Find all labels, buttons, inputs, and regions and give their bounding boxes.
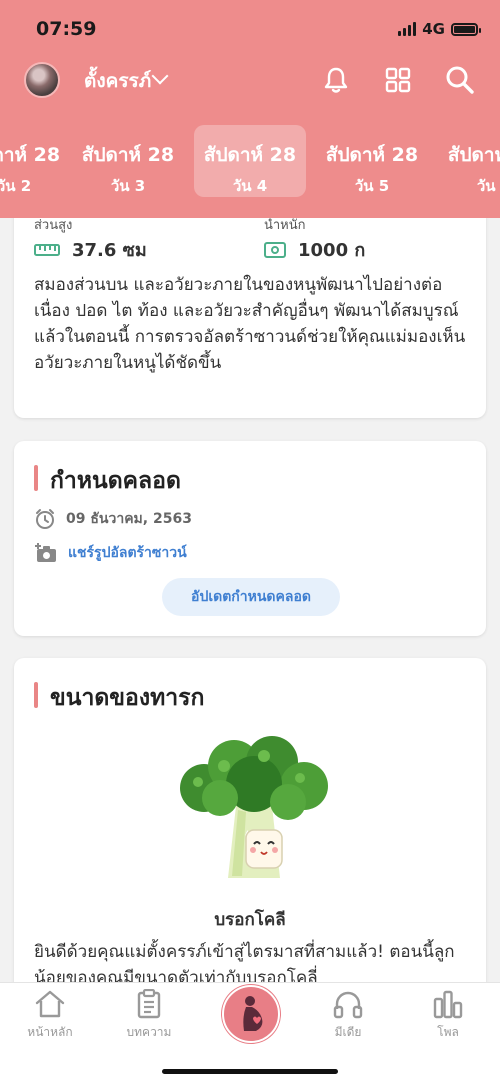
day-label: วัน 6 — [476, 177, 500, 195]
nav-articles[interactable]: บทความ — [109, 989, 189, 1042]
day-label: วัน 4 — [232, 177, 268, 195]
nav-home[interactable]: หน้าหลัก — [10, 989, 90, 1042]
update-due-date-button[interactable]: อัปเดตกำหนดคลอด — [162, 578, 340, 616]
day-label: วัน 2 — [0, 177, 32, 195]
add-photo-icon — [35, 543, 56, 562]
baby-size-card: ขนาดของทารก บรอกโคลี ยินดีด้วยคุณแม่ตั้ง… — [14, 658, 486, 1018]
top-bar: ตั้งครรภ์ — [0, 60, 500, 110]
day-label: วัน 5 — [354, 177, 390, 195]
week-label: สัปดาห์ 28 — [0, 144, 61, 166]
week-tab-day-6[interactable]: สัปดาห์ 28 วัน 6 — [438, 125, 500, 197]
nav-polls-label: โพล — [437, 1025, 459, 1039]
week-tab-day-5[interactable]: สัปดาห์ 28 วัน 5 — [316, 125, 428, 197]
bottom-nav: หน้าหลัก บทความ มีเดีย โพล — [0, 982, 500, 1083]
broccoli-illustration — [180, 736, 328, 878]
headphones-icon — [333, 991, 363, 1019]
clipboard-icon — [137, 989, 161, 1019]
week-label: สัปดาห์ 28 — [81, 144, 175, 166]
week-day-selector: สัปดาห์ 28 วัน 2 สัปดาห์ 28 วัน 3 สัปดาห… — [0, 125, 500, 197]
signal-icon — [398, 22, 417, 36]
status-bar: 07:59 4G — [0, 0, 500, 60]
due-date-card: กำหนดคลอด 09 ธันวาคม, 2563 แชร์รูปอัลตร้… — [14, 441, 486, 636]
network-type: 4G — [422, 20, 445, 38]
day-label: วัน 3 — [110, 177, 146, 195]
scale-icon — [264, 241, 286, 258]
nav-media[interactable]: มีเดีย — [308, 989, 388, 1042]
fruit-name: บรอกโคลี — [214, 910, 286, 930]
weight-value: 1000 ก — [298, 240, 366, 261]
nav-polls[interactable]: โพล — [408, 989, 488, 1042]
development-description: สมองส่วนบน และอวัยวะภายในของหนูพัฒนาไปอย… — [34, 275, 466, 373]
due-date-row: 09 ธันวาคม, 2563 — [34, 508, 192, 530]
week-tab-day-2[interactable]: สัปดาห์ 28 วัน 2 — [0, 125, 70, 197]
week-tab-day-4[interactable]: สัปดาห์ 28 วัน 4 — [194, 125, 306, 197]
status-indicators: 4G — [398, 20, 481, 38]
ruler-icon — [34, 243, 60, 256]
weight-row: 1000 ก — [264, 235, 365, 264]
week-label: สัปดาห์ 28 — [325, 144, 419, 166]
grid-icon[interactable] — [382, 64, 414, 96]
pregnancy-center-button[interactable] — [222, 985, 280, 1043]
week-tab-day-3[interactable]: สัปดาห์ 28 วัน 3 — [72, 125, 184, 197]
week-label: สัปดาห์ 28 — [203, 144, 297, 166]
search-icon[interactable] — [444, 64, 476, 96]
baby-size-title: ขนาดของทารก — [34, 680, 204, 716]
due-date-value: 09 ธันวาคม, 2563 — [66, 511, 192, 527]
share-ultrasound-label[interactable]: แชร์รูปอัลตร้าซาวน์ — [68, 542, 187, 564]
nav-home-label: หน้าหลัก — [27, 1025, 73, 1039]
share-ultrasound-link[interactable]: แชร์รูปอัลตร้าซาวน์ — [34, 542, 187, 564]
app-header: 07:59 4G ตั้งครรภ์ สัปดาห์ 2 — [0, 0, 500, 218]
nav-articles-label: บทความ — [126, 1025, 172, 1039]
profile-name[interactable]: ตั้งครรภ์ — [84, 66, 151, 96]
week-label: สัปดาห์ 28 — [447, 144, 500, 166]
battery-icon — [451, 22, 481, 36]
height-value: 37.6 ซม — [72, 240, 147, 261]
height-row: 37.6 ซม — [34, 235, 147, 264]
home-icon — [35, 990, 65, 1018]
pregnancy-icon — [243, 996, 263, 1031]
status-time: 07:59 — [36, 18, 97, 40]
alarm-clock-icon — [36, 509, 54, 529]
avatar[interactable] — [24, 62, 60, 98]
chevron-down-icon[interactable] — [151, 67, 169, 85]
bell-icon[interactable] — [320, 64, 352, 96]
bar-chart-icon — [433, 990, 463, 1019]
due-date-title: กำหนดคลอด — [34, 463, 181, 499]
home-indicator — [162, 1069, 338, 1074]
nav-media-label: มีเดีย — [334, 1025, 362, 1039]
